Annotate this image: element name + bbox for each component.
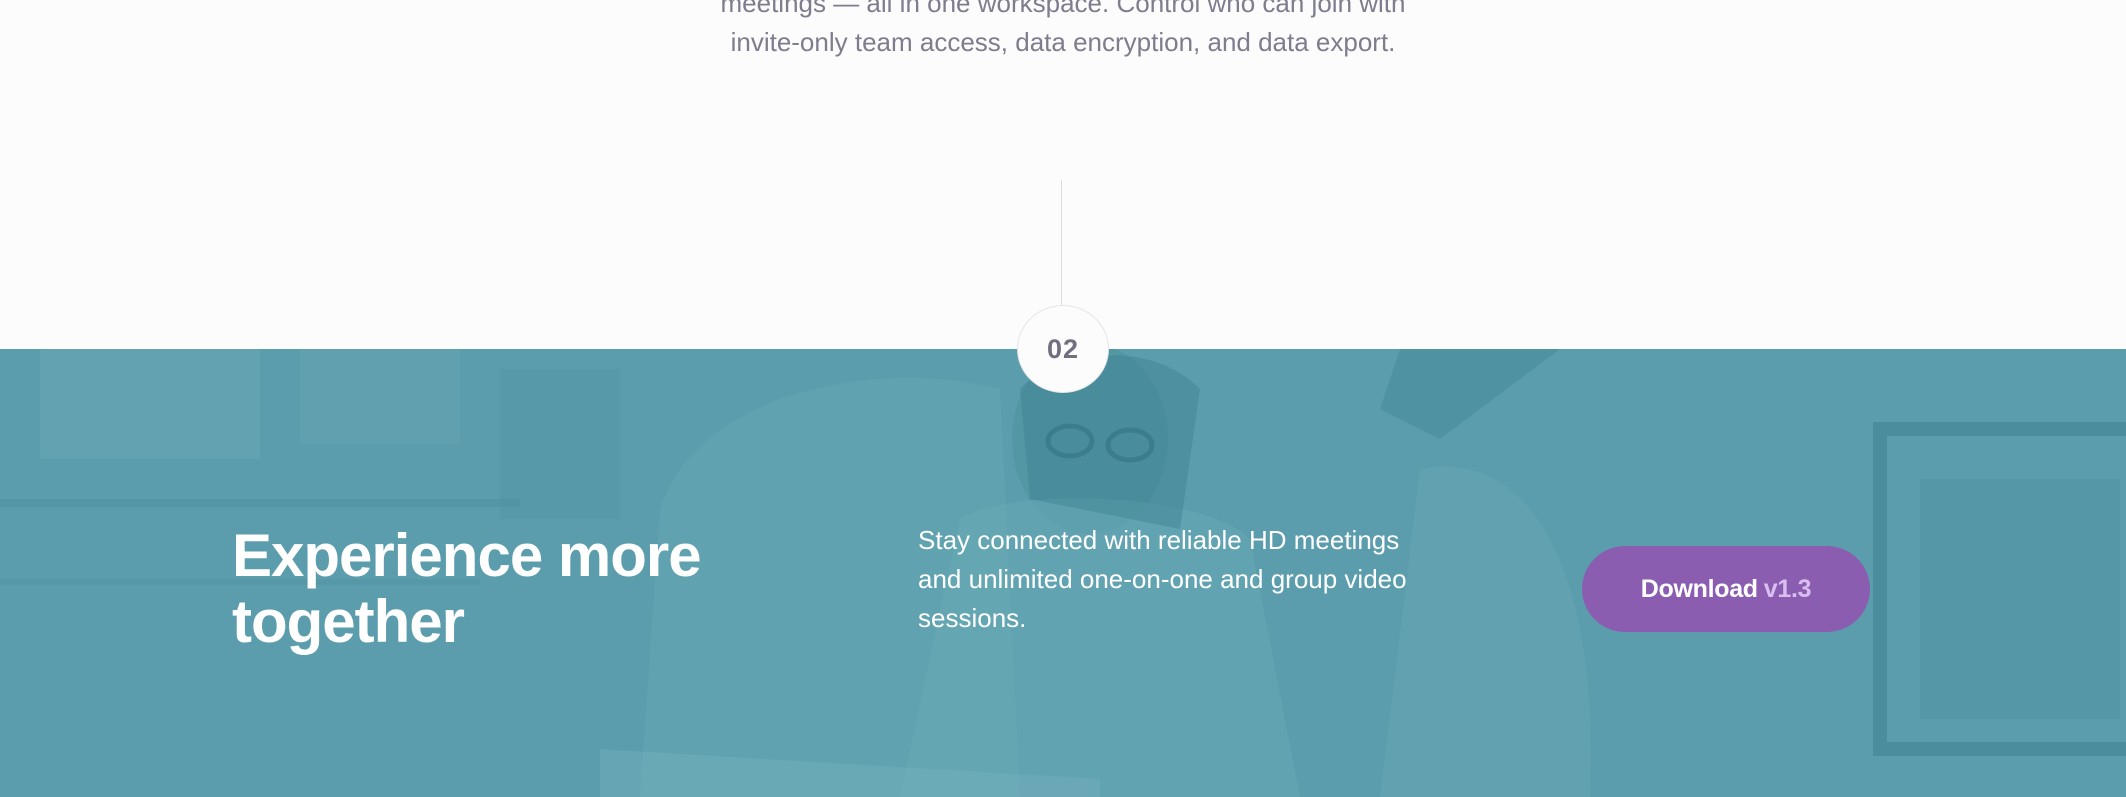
hero-section: Experience more together Stay connected …	[0, 349, 2126, 797]
download-button[interactable]: Download v1.3	[1582, 546, 1870, 632]
download-button-label: Download	[1640, 574, 1758, 603]
features-description: meetings — all in one workspace. Control…	[720, 0, 1406, 57]
features-section: meetings — all in one workspace. Control…	[0, 0, 2126, 349]
page: meetings — all in one workspace. Control…	[0, 0, 2126, 797]
download-version: v1.3	[1763, 574, 1812, 603]
hero-description: Stay connected with reliable HD meetings…	[918, 525, 1407, 633]
step-number-badge: 02	[1017, 305, 1109, 393]
step-connector-line	[1061, 180, 1062, 308]
hero-title: Experience more together	[232, 522, 702, 655]
